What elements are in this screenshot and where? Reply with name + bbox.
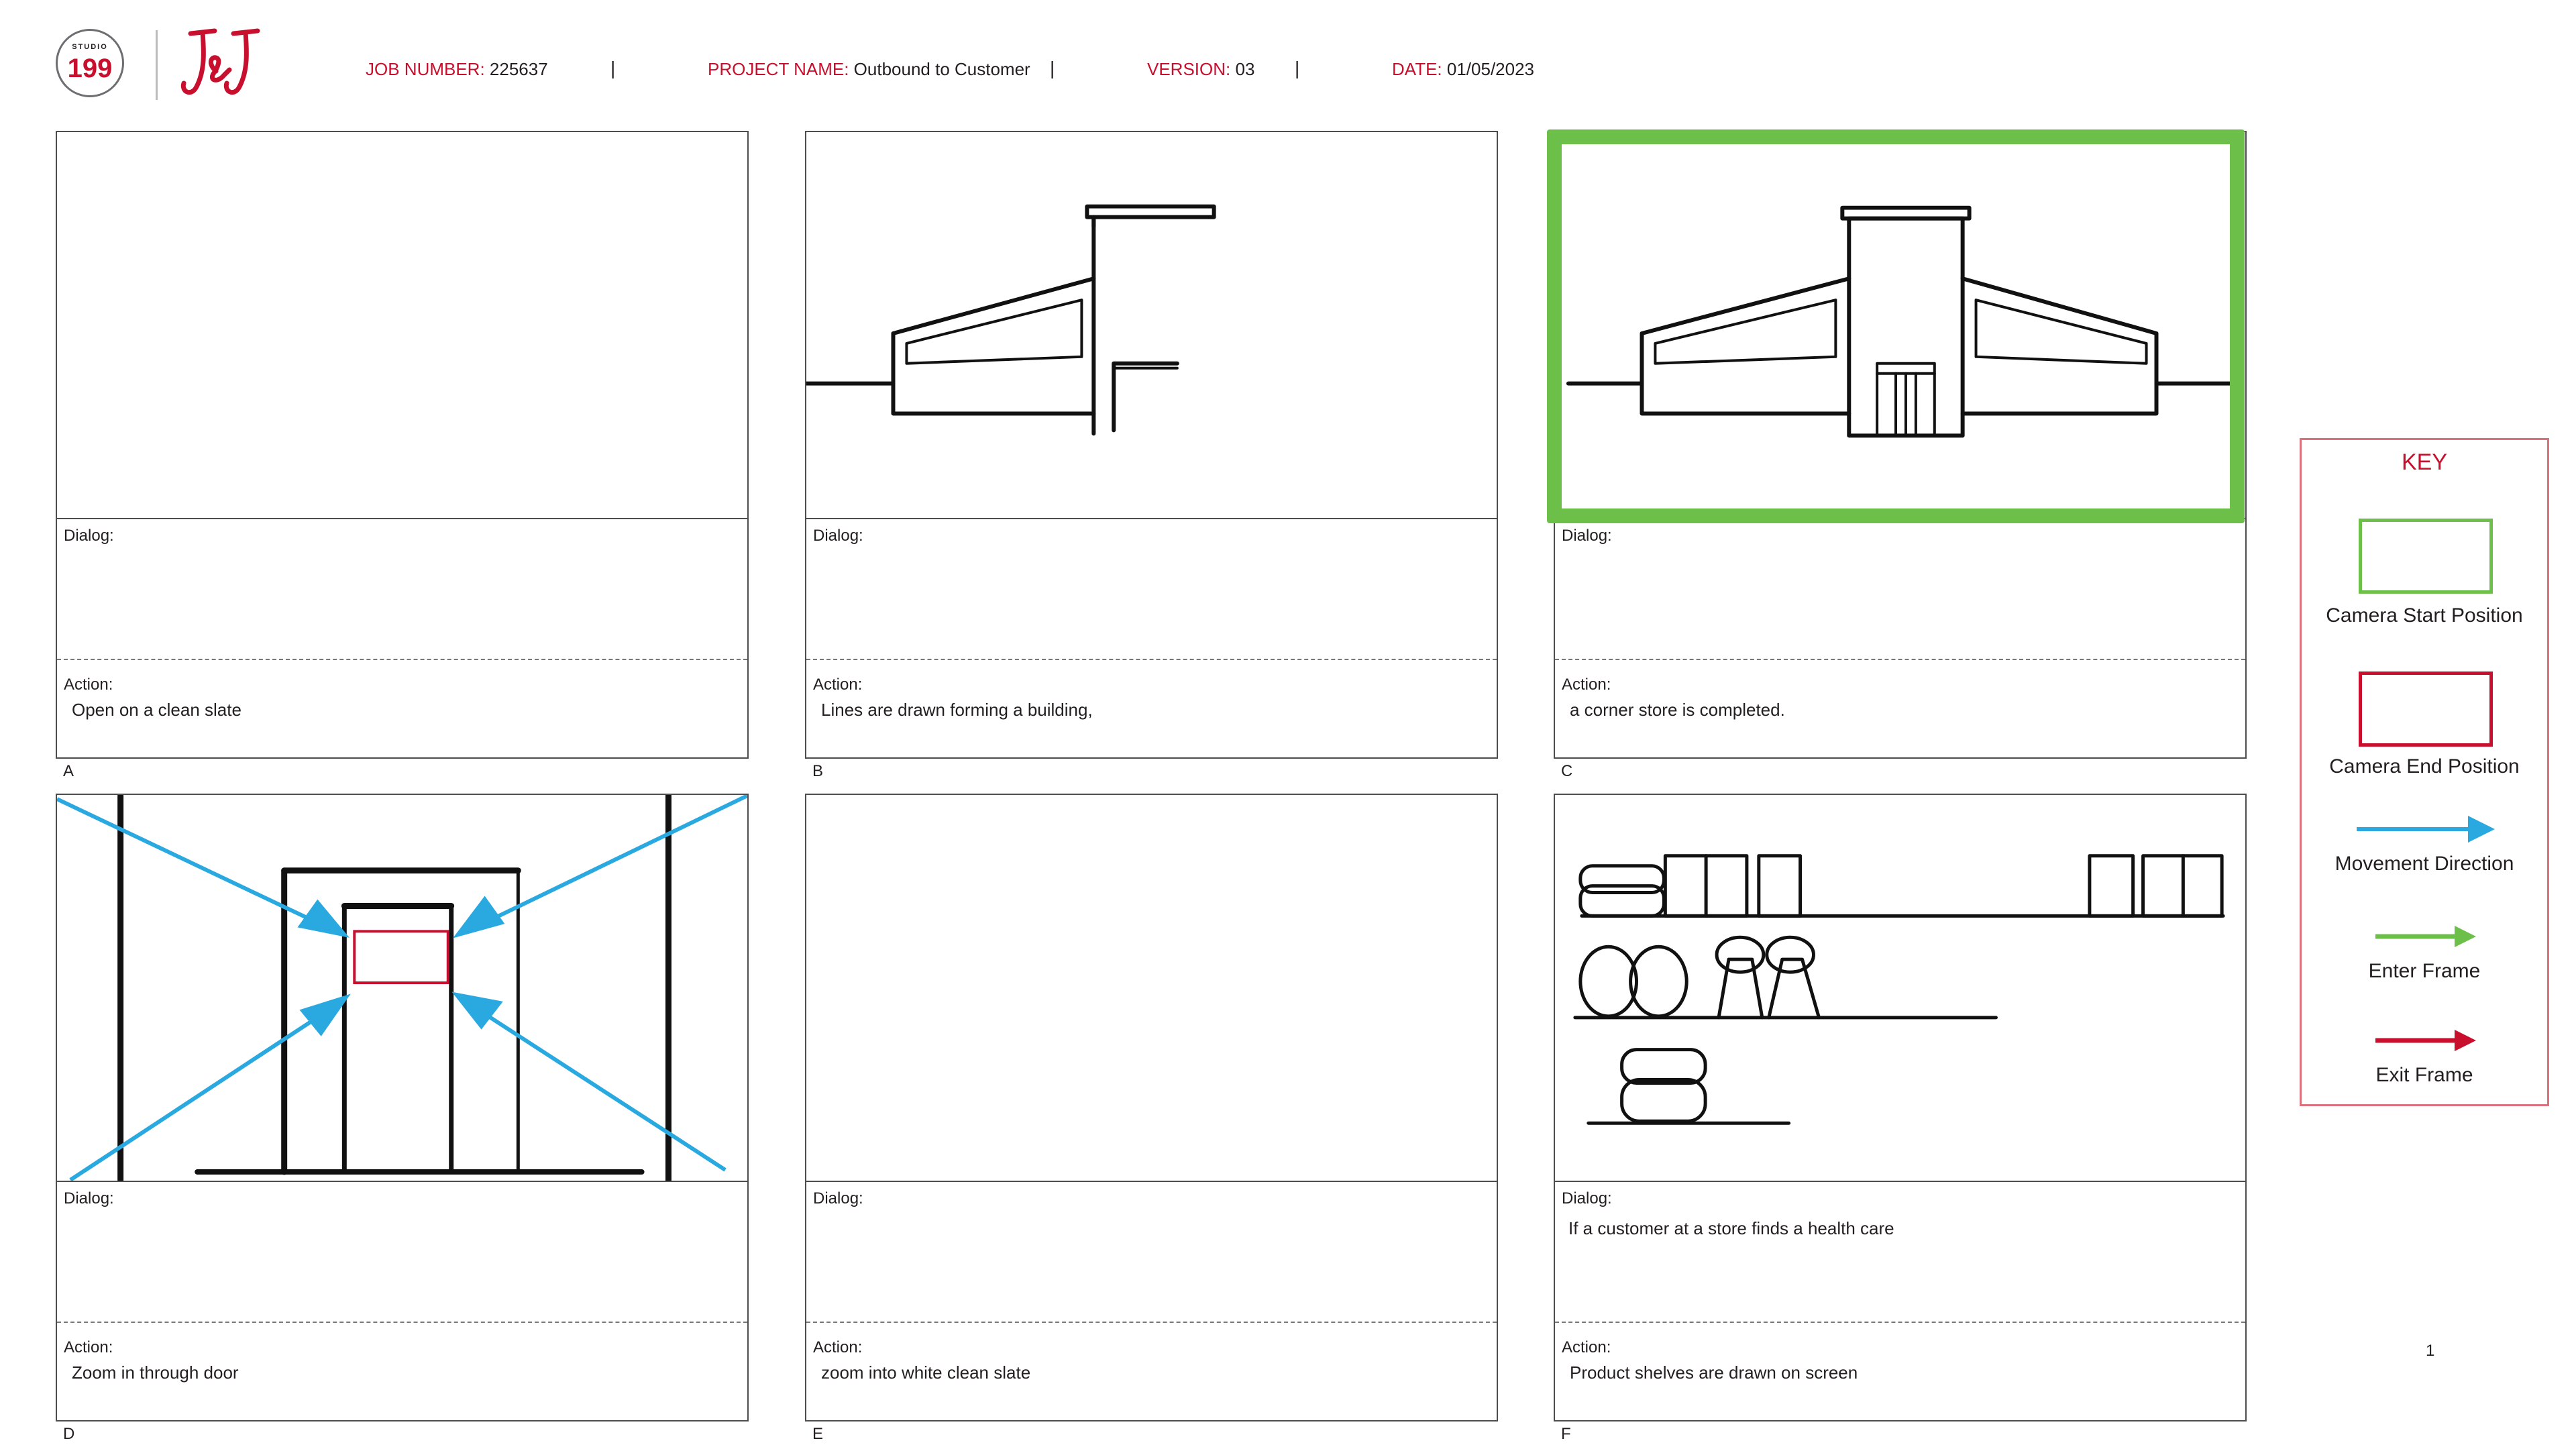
logo-number: 199 (67, 54, 113, 83)
panel-a-frame (57, 132, 747, 519)
action-label: Action: (64, 1338, 113, 1356)
key-legend: KEY Camera Start Position Camera End Pos… (2300, 438, 2549, 1106)
panel-f-frame (1555, 795, 2245, 1182)
action-text: Lines are drawn forming a building, (821, 700, 1093, 720)
studio-199-logo: STUDIO 199 (56, 29, 124, 97)
action-label: Action: (64, 676, 113, 694)
storyboard-panel-f: Dialog: If a customer at a store finds a… (1554, 794, 2247, 1421)
exit-frame-arrow-icon (2375, 1030, 2476, 1051)
action-label: Action: (813, 676, 863, 694)
building-sketch-partial (806, 204, 1216, 436)
action-label: Action: (1562, 1338, 1611, 1356)
job-number: JOB NUMBER: 225637 (366, 59, 548, 80)
header-separator: | (610, 58, 616, 78)
project-name: PROJECT NAME: Outbound to Customer (708, 59, 1030, 80)
panel-e-frame (806, 795, 1497, 1182)
door-zoom-sketch (57, 795, 747, 1181)
panel-letter-c: C (1561, 762, 1573, 780)
camera-start-label: Camera Start Position (2326, 604, 2523, 627)
camera-end-frame (353, 930, 449, 985)
movement-arrow-icon (2357, 816, 2495, 843)
job-number-label: JOB NUMBER: (366, 59, 485, 79)
panel-letter-e: E (812, 1425, 824, 1443)
date-value: 01/05/2023 (1446, 59, 1535, 79)
panel-letter-b: B (812, 762, 824, 780)
storyboard-panel-d: Dialog: Action: Zoom in through door (56, 794, 749, 1421)
header-separator: | (1295, 58, 1300, 78)
action-text: Open on a clean slate (72, 700, 241, 720)
action-text: zoom into white clean slate (821, 1362, 1031, 1383)
panel-letter-f: F (1561, 1425, 1571, 1443)
camera-start-swatch (2359, 519, 2493, 594)
storyboard-panel-e: Dialog: Action: zoom into white clean sl… (805, 794, 1498, 1421)
dialog-label: Dialog: (1562, 1189, 1612, 1208)
page-number: 1 (2426, 1342, 2435, 1360)
dialog-label: Dialog: (813, 1189, 863, 1208)
version-label: VERSION: (1147, 59, 1231, 79)
dialog-label: Dialog: (1562, 527, 1612, 545)
camera-start-frame (1547, 129, 2245, 523)
dashed-divider (57, 1322, 747, 1323)
panel-letter-a: A (63, 762, 74, 780)
product-shelves-sketch (1573, 854, 2225, 1125)
jj-logo (176, 24, 270, 105)
dialog-label: Dialog: (64, 1189, 114, 1208)
dashed-divider (806, 1322, 1497, 1323)
dialog-text: If a customer at a store finds a health … (1568, 1218, 1894, 1238)
action-text: a corner store is completed. (1570, 700, 1785, 720)
version-value: 03 (1235, 59, 1255, 79)
panel-letter-d: D (63, 1425, 75, 1443)
camera-end-swatch (2359, 672, 2493, 747)
logo-studio-text: STUDIO (72, 43, 108, 51)
action-label: Action: (813, 1338, 863, 1356)
logo-divider (156, 30, 158, 100)
enter-frame-label: Enter Frame (2368, 960, 2481, 982)
storyboard-panel-a: Dialog: Action: Open on a clean slate (56, 131, 749, 759)
project-name-value: Outbound to Customer (853, 59, 1030, 79)
panel-d-frame (57, 795, 747, 1182)
action-text: Product shelves are drawn on screen (1570, 1362, 1858, 1383)
dashed-divider (1555, 1322, 2245, 1323)
project-name-label: PROJECT NAME: (708, 59, 849, 79)
exit-frame-label: Exit Frame (2375, 1064, 2473, 1086)
key-title: KEY (2401, 449, 2448, 475)
dialog-label: Dialog: (64, 527, 114, 545)
date-label: DATE: (1392, 59, 1442, 79)
date: DATE: 01/05/2023 (1392, 59, 1534, 80)
panel-b-frame (806, 132, 1497, 519)
header-separator: | (1050, 58, 1055, 78)
dashed-divider (1555, 659, 2245, 660)
enter-frame-arrow-icon (2375, 926, 2476, 947)
dashed-divider (806, 659, 1497, 660)
dialog-label: Dialog: (813, 527, 863, 545)
action-label: Action: (1562, 676, 1611, 694)
job-number-value: 225637 (489, 59, 548, 79)
version: VERSION: 03 (1147, 59, 1254, 80)
action-text: Zoom in through door (72, 1362, 239, 1383)
movement-label: Movement Direction (2334, 853, 2514, 875)
dashed-divider (57, 659, 747, 660)
storyboard-panel-b: Dialog: Action: Lines are drawn forming … (805, 131, 1498, 759)
camera-end-label: Camera End Position (2329, 755, 2520, 777)
